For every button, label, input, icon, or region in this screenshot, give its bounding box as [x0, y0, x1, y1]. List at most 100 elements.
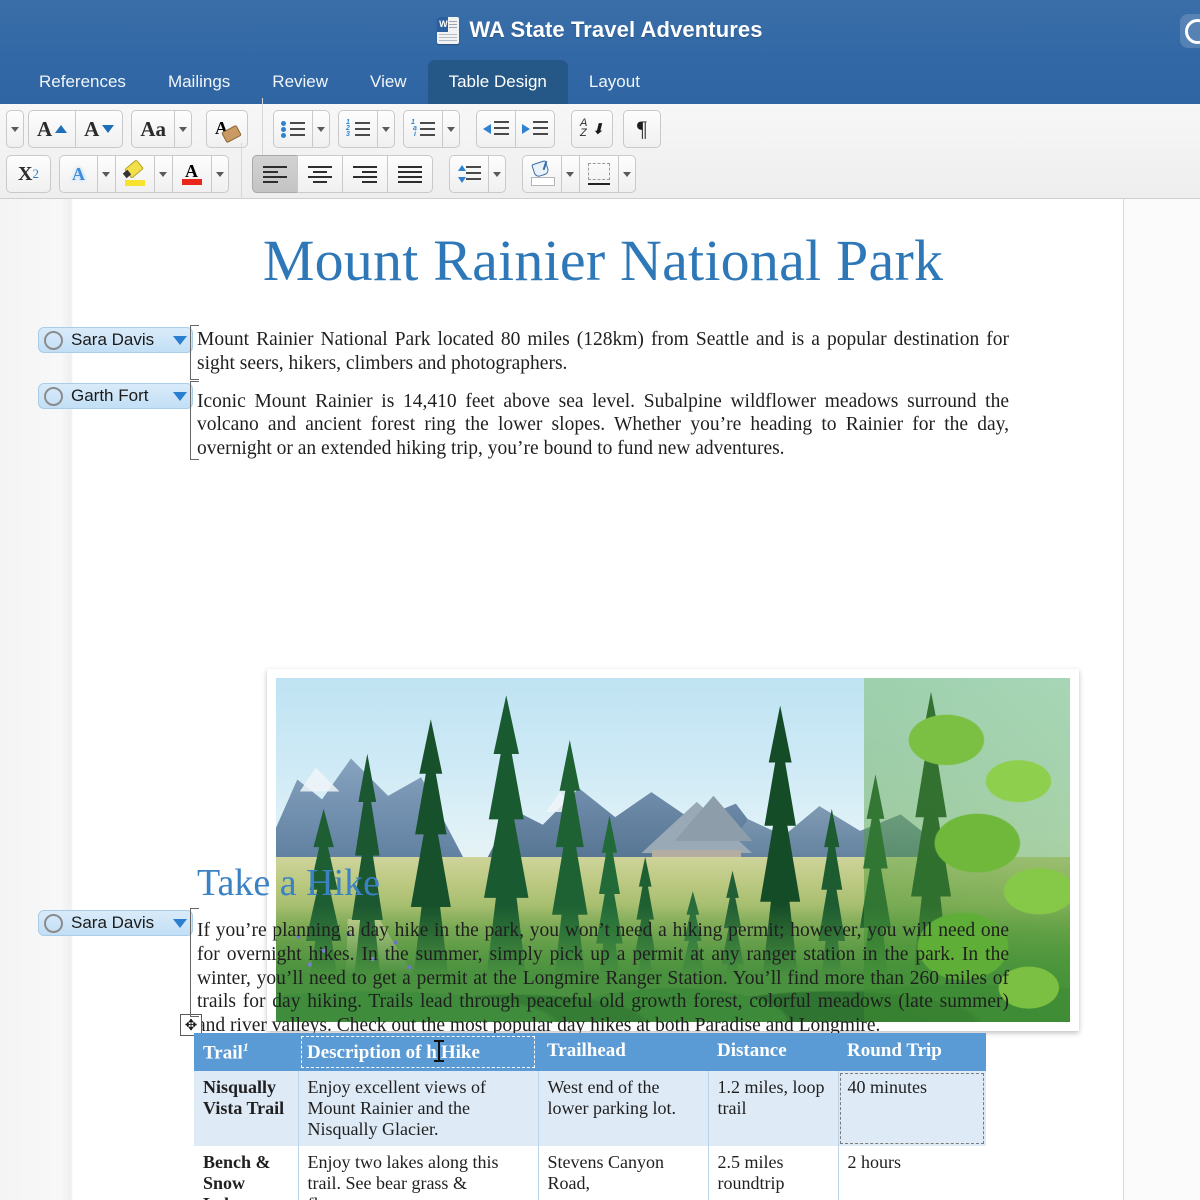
multilevel-list-icon: 1ai [411, 120, 435, 138]
increase-indent-icon [522, 120, 548, 138]
comment-anchor-sara-davis-1[interactable]: Sara Davis [38, 327, 193, 353]
highlight-color-button[interactable] [115, 155, 154, 193]
numbered-list-group: 123 [338, 110, 395, 148]
comment-anchor-garth-fort[interactable]: Garth Fort [38, 383, 193, 409]
cell-distance[interactable]: 1.2 miles, loop trail [708, 1071, 838, 1146]
superscript-exponent: 2 [32, 166, 39, 182]
chevron-down-icon[interactable] [173, 392, 187, 401]
borders-dropdown[interactable] [618, 155, 636, 193]
align-left-button[interactable] [252, 155, 297, 193]
text-effects-icon: A [72, 164, 85, 185]
bulleted-list-button[interactable] [273, 110, 312, 148]
chevron-down-icon[interactable] [173, 336, 187, 345]
comment-anchor-sara-davis-2[interactable]: Sara Davis [38, 910, 193, 936]
tab-layout[interactable]: Layout [568, 60, 661, 104]
superscript-button[interactable]: X 2 [6, 155, 51, 193]
line-spacing-button[interactable] [449, 155, 488, 193]
window-title: WA State Travel Adventures [469, 17, 762, 43]
document-page[interactable]: Mount Rainier National Park Mount Rainie… [73, 199, 1124, 1200]
line-spacing-icon [457, 165, 481, 183]
chevron-down-icon [447, 127, 455, 132]
paragraph-2[interactable]: Iconic Mount Rainier is 14,410 feet abov… [197, 390, 1009, 461]
show-formatting-marks-button[interactable]: ¶ [623, 110, 661, 148]
change-case-button[interactable]: Aa [131, 110, 174, 148]
bullets-group [273, 110, 330, 148]
tab-table-design[interactable]: Table Design [428, 60, 568, 104]
search-circle-icon[interactable] [1180, 14, 1200, 48]
shading-border-group [522, 155, 636, 193]
chevron-down-icon [159, 172, 167, 177]
chevron-down-icon [317, 127, 325, 132]
multilevel-list-group: 1ai [403, 110, 460, 148]
increase-indent-button[interactable] [515, 110, 555, 148]
table-header-trail[interactable]: Trail1 [194, 1033, 298, 1071]
trail-table[interactable]: Trail1 Description of hHike Trailhead Di… [194, 1033, 986, 1200]
cell-description[interactable]: Enjoy two lakes along this trail. See be… [298, 1146, 538, 1200]
table-header-trail-text: Trail [203, 1042, 243, 1063]
table-row[interactable]: Bench & Snow Lakes Enjoy two lakes along… [194, 1146, 986, 1200]
tab-view[interactable]: View [349, 60, 428, 104]
justify-icon [398, 166, 422, 182]
chevron-down-icon [216, 172, 224, 177]
cell-trail[interactable]: Nisqually Vista Trail [194, 1071, 298, 1146]
shading-button[interactable] [522, 155, 561, 193]
cell-distance[interactable]: 2.5 miles roundtrip [708, 1146, 838, 1200]
table-header-distance[interactable]: Distance [708, 1033, 838, 1071]
hike-section: Take a Hike If you’re planning a day hik… [197, 861, 1009, 1052]
multilevel-list-dropdown[interactable] [442, 110, 460, 148]
line-spacing-dropdown[interactable] [488, 155, 506, 193]
alignment-group [252, 155, 433, 193]
table-row[interactable]: Nisqually Vista Trail Enjoy excellent vi… [194, 1071, 986, 1146]
shading-dropdown[interactable] [561, 155, 579, 193]
font-size-group [6, 110, 28, 148]
cell-round-trip[interactable]: 2 hours [838, 1146, 986, 1200]
font-color-button[interactable]: A [172, 155, 211, 193]
numbered-list-dropdown[interactable] [377, 110, 395, 148]
chevron-down-icon [623, 172, 631, 177]
paragraph-1[interactable]: Mount Rainier National Park located 80 m… [197, 328, 1009, 376]
ribbon-tab-bar: References Mailings Review View Table De… [0, 60, 1200, 104]
tab-references[interactable]: References [18, 60, 147, 104]
multilevel-list-button[interactable]: 1ai [403, 110, 442, 148]
cell-description[interactable]: Enjoy excellent views of Mount Rainier a… [298, 1071, 538, 1146]
text-effects-dropdown[interactable] [97, 155, 115, 193]
text-cursor-icon [438, 1040, 440, 1062]
change-case-dropdown[interactable] [174, 110, 192, 148]
sort-button[interactable]: AZ⬇ [571, 110, 613, 148]
justify-button[interactable] [387, 155, 433, 193]
cell-trailhead[interactable]: Stevens Canyon Road, [538, 1146, 708, 1200]
numbered-list-button[interactable]: 123 [338, 110, 377, 148]
table-header-trailhead[interactable]: Trailhead [538, 1033, 708, 1071]
align-center-button[interactable] [297, 155, 342, 193]
highlight-color-dropdown[interactable] [154, 155, 172, 193]
table-header-description[interactable]: Description of hHike [298, 1033, 538, 1071]
cell-round-trip[interactable]: 40 minutes [838, 1071, 986, 1146]
font-color-dropdown[interactable] [211, 155, 229, 193]
paragraph-hike[interactable]: If you’re planning a day hike in the par… [197, 919, 1009, 1038]
comment-avatar-icon [44, 914, 63, 933]
indent-group [476, 110, 555, 148]
align-right-button[interactable] [342, 155, 387, 193]
grow-font-letter: A [37, 119, 52, 140]
cell-trailhead[interactable]: West end of the lower parking lot. [538, 1071, 708, 1146]
clear-formatting-group: A [206, 110, 252, 148]
comment-bracket-bottom [190, 381, 199, 460]
shrink-font-button[interactable]: A [75, 110, 123, 148]
borders-button[interactable] [579, 155, 618, 193]
font-color-icon: A [181, 162, 203, 186]
tab-review[interactable]: Review [251, 60, 349, 104]
text-effects-button[interactable]: A [59, 155, 97, 193]
chevron-down-icon [179, 127, 187, 132]
bulleted-list-dropdown[interactable] [312, 110, 330, 148]
font-size-dropdown[interactable] [6, 110, 24, 148]
text-effects-group: A A [59, 155, 229, 193]
table-header-description-tail: Hike [441, 1042, 480, 1063]
search-circle-glyph [1185, 19, 1200, 44]
grow-font-button[interactable]: A [28, 110, 75, 148]
chevron-down-icon[interactable] [173, 919, 187, 928]
tab-mailings[interactable]: Mailings [147, 60, 251, 104]
cell-trail[interactable]: Bench & Snow Lakes [194, 1146, 298, 1200]
decrease-indent-button[interactable] [476, 110, 515, 148]
table-header-round-trip[interactable]: Round Trip [838, 1033, 986, 1071]
chevron-down-icon [493, 172, 501, 177]
